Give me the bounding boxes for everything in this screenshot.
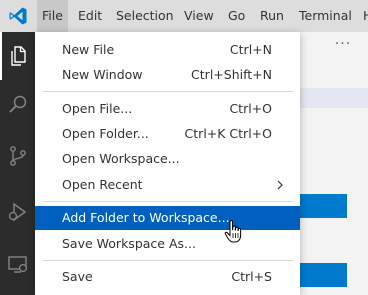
menu-view[interactable]: View	[179, 0, 219, 32]
menu-item-shortcut: Ctrl+S	[231, 269, 272, 284]
remote-explorer-icon	[8, 256, 28, 273]
activity-source-control[interactable]	[0, 132, 36, 180]
chevron-right-icon	[277, 180, 283, 190]
menu-item-shortcut: Ctrl+K Ctrl+O	[184, 126, 272, 141]
section-header-strip	[300, 88, 368, 108]
menu-item-open-workspace[interactable]: Open Workspace...	[35, 147, 300, 171]
primary-button[interactable]	[300, 263, 347, 287]
menu-item-label: New Window	[62, 67, 143, 82]
source-control-icon	[10, 146, 26, 166]
menu-separator	[43, 91, 293, 92]
menu-item-open-file[interactable]: Open File... Ctrl+O	[35, 97, 300, 121]
run-debug-icon	[8, 202, 27, 222]
activity-explorer[interactable]	[0, 32, 36, 80]
menu-item-label: Open Folder...	[62, 126, 149, 141]
file-menu-dropdown: New File Ctrl+N New Window Ctrl+Shift+N …	[35, 32, 300, 295]
menu-item-shortcut: Ctrl+N	[229, 42, 272, 57]
menu-item-label: Open Recent	[62, 177, 143, 192]
menu-item-shortcut: Ctrl+Shift+N	[191, 67, 272, 82]
menu-item-open-recent[interactable]: Open Recent	[35, 173, 300, 197]
menu-item-label: New File	[62, 42, 115, 57]
menu-file[interactable]: File	[37, 0, 68, 32]
explorer-icon	[11, 46, 26, 66]
menu-edit[interactable]: Edit	[73, 0, 107, 32]
menu-item-open-folder[interactable]: Open Folder... Ctrl+K Ctrl+O	[35, 122, 300, 146]
more-actions-icon[interactable]: ···	[333, 36, 353, 56]
hand-pointer-cursor-icon	[224, 220, 242, 243]
menu-item-save-workspace-as[interactable]: Save Workspace As...	[35, 232, 300, 256]
menu-item-shortcut: Ctrl+O	[229, 101, 272, 116]
menu-item-label: Open Workspace...	[62, 151, 180, 166]
menu-help[interactable]: H	[358, 0, 368, 32]
menu-item-new-window[interactable]: New Window Ctrl+Shift+N	[35, 63, 300, 87]
menu-item-save[interactable]: Save Ctrl+S	[35, 265, 300, 289]
menu-run[interactable]: Run	[255, 0, 289, 32]
menu-item-label: Open File...	[62, 101, 133, 116]
menu-item-label: Save Workspace As...	[62, 236, 196, 251]
menu-selection[interactable]: Selection	[111, 0, 179, 32]
menu-item-add-folder-to-workspace[interactable]: Add Folder to Workspace...	[35, 206, 300, 230]
menu-item-new-file[interactable]: New File Ctrl+N	[35, 38, 300, 62]
activity-run-debug[interactable]	[0, 188, 36, 236]
activity-remote-explorer[interactable]	[0, 240, 36, 288]
menu-terminal[interactable]: Terminal	[294, 0, 357, 32]
menu-separator	[43, 260, 293, 261]
menu-go[interactable]: Go	[223, 0, 250, 32]
menu-separator	[43, 201, 293, 202]
primary-button[interactable]	[300, 194, 347, 218]
title-bar: File Edit Selection View Go Run Terminal…	[0, 0, 368, 32]
activity-search[interactable]	[0, 80, 36, 128]
menu-item-label: Save	[62, 269, 93, 284]
vscode-logo-icon[interactable]	[8, 6, 28, 26]
menu-item-label: Add Folder to Workspace...	[62, 210, 230, 225]
activity-bar	[0, 32, 36, 295]
search-icon	[9, 95, 27, 113]
